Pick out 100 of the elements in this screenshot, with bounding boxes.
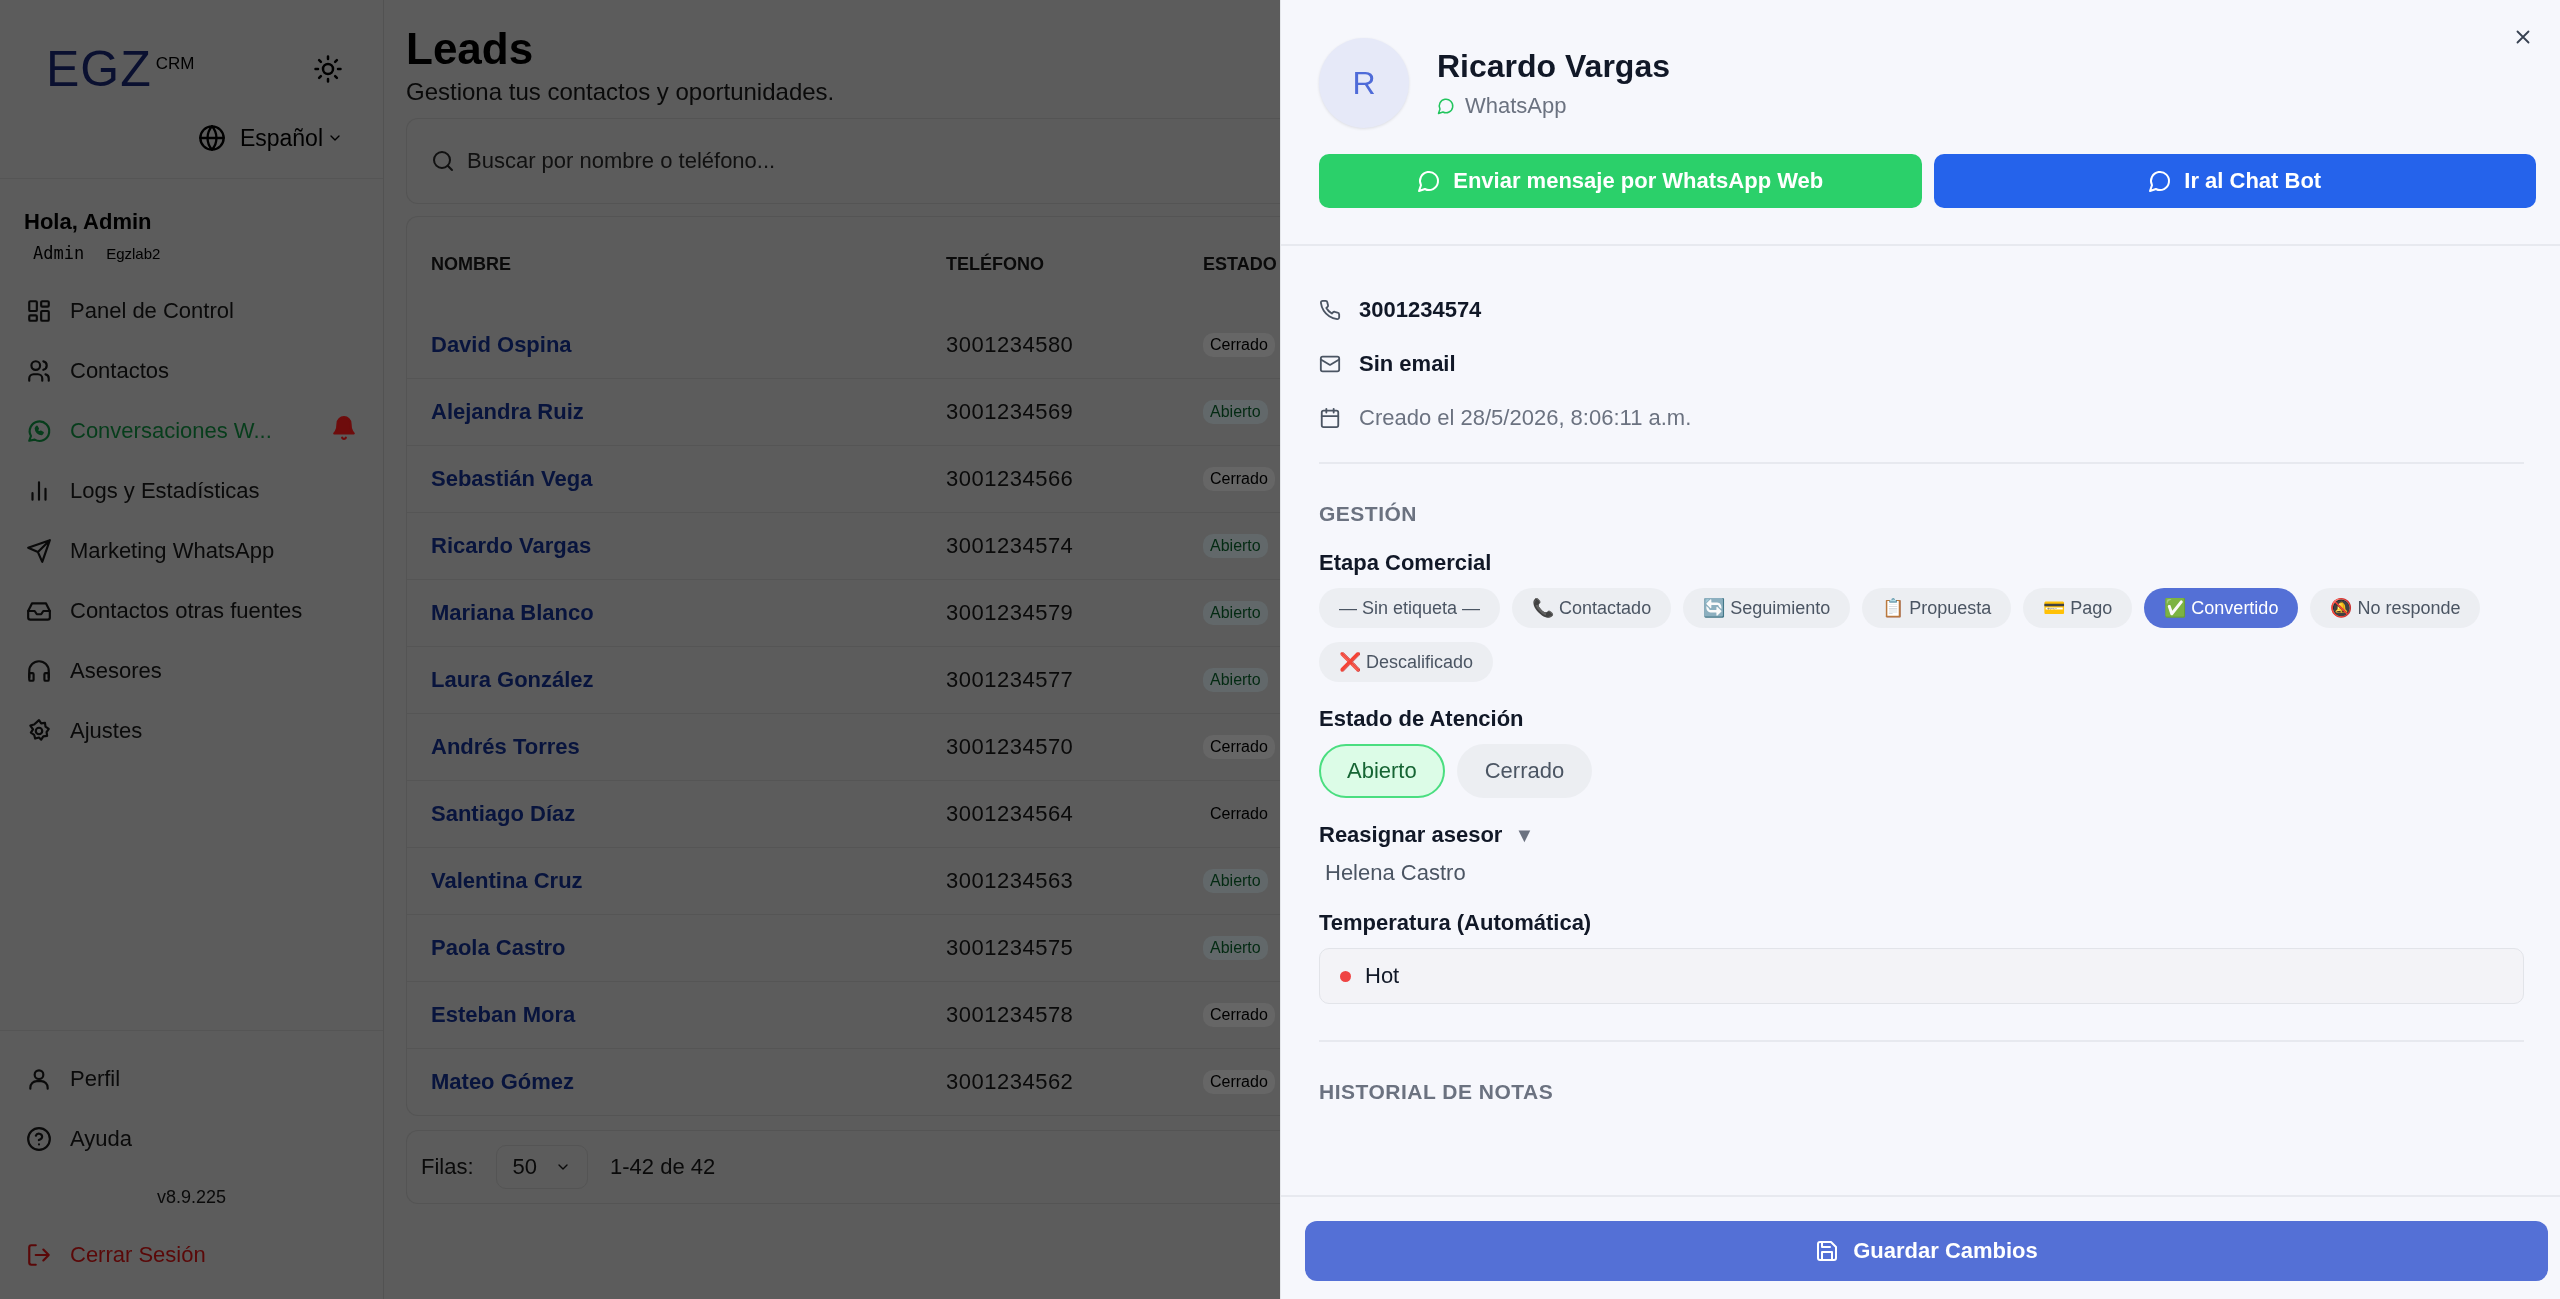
phone-number: 3001234570 xyxy=(946,734,1075,760)
phone-number: 3001234574 xyxy=(1359,297,1482,323)
chat-bubble-icon xyxy=(1437,96,1455,115)
temperature-value: Hot xyxy=(1365,963,1400,989)
lead-name: Ricardo Vargas xyxy=(1437,47,1670,85)
status-toggle[interactable]: Abierto xyxy=(1319,744,1445,798)
phone-number: 3001234562 xyxy=(946,1069,1075,1095)
version-label: v8.9.225 xyxy=(156,1186,227,1208)
lead-name[interactable]: Valentina Cruz xyxy=(431,868,946,894)
lead-name[interactable]: David Ospina xyxy=(431,332,946,358)
whatsapp-icon xyxy=(26,418,52,444)
nav-item[interactable]: Perfil xyxy=(70,1066,121,1092)
chat-bubble-icon xyxy=(2148,169,2173,193)
phone-number: 3001234574 xyxy=(946,533,1075,559)
lead-name[interactable]: Santiago Díaz xyxy=(431,801,946,827)
search-icon xyxy=(431,149,455,173)
field-label: Estado de Atención xyxy=(1319,706,1524,732)
dropdown-marker[interactable]: ▼ xyxy=(1514,823,1535,847)
status-toggle[interactable]: Cerrado xyxy=(1456,744,1593,798)
column-header: NOMBRE xyxy=(431,254,512,275)
bell-icon xyxy=(331,415,357,441)
nav-item[interactable]: Conversaciones W... xyxy=(70,418,272,444)
globe-icon xyxy=(197,124,226,152)
phone-number: 3001234566 xyxy=(946,466,1075,492)
whatsapp-web-button[interactable]: Enviar mensaje por WhatsApp Web xyxy=(1319,154,1922,208)
stage-chip[interactable]: 📞 Contactado xyxy=(1512,588,1672,628)
save-icon xyxy=(1815,1239,1840,1263)
column-header: ESTADO xyxy=(1203,254,1278,275)
users-icon xyxy=(26,358,52,384)
lead-name[interactable]: Paola Castro xyxy=(431,935,946,961)
field-label: Temperatura (Automática) xyxy=(1319,910,1592,936)
status-badge: Abierto xyxy=(1203,936,1268,960)
nav-item[interactable]: Asesores xyxy=(70,658,162,684)
lead-name[interactable]: Esteban Mora xyxy=(431,1002,946,1028)
logout-link[interactable]: Cerrar Sesión xyxy=(70,1242,206,1268)
phone-number: 3001234563 xyxy=(946,868,1075,894)
page-subtitle: Gestiona tus contactos y oportunidades. xyxy=(406,78,836,106)
status-badge: Cerrado xyxy=(1203,467,1275,491)
help-icon xyxy=(26,1126,52,1152)
created-date: Creado el 28/5/2026, 8:06:11 a.m. xyxy=(1359,405,1692,431)
stage-chip[interactable]: ❌ Descalificado xyxy=(1319,642,1494,682)
status-badge: Cerrado xyxy=(1203,333,1275,357)
grid-icon xyxy=(26,298,52,324)
phone-number: 3001234575 xyxy=(946,935,1075,961)
nav-item[interactable]: Logs y Estadísticas xyxy=(70,478,260,504)
phone-number: 3001234580 xyxy=(946,332,1075,358)
channel-label: WhatsApp xyxy=(1465,92,1567,119)
nav-item[interactable]: Contactos xyxy=(70,358,170,384)
status-badge: Cerrado xyxy=(1203,1070,1275,1094)
settings-icon xyxy=(26,718,52,744)
save-button[interactable]: Guardar Cambios xyxy=(1305,1221,2548,1281)
phone-number: 3001234564 xyxy=(946,801,1075,827)
language-selector[interactable]: Español xyxy=(239,124,343,152)
lead-name[interactable]: Mariana Blanco xyxy=(431,600,946,626)
phone-icon xyxy=(1319,299,1341,321)
stage-chip[interactable]: — Sin etiqueta — xyxy=(1319,588,1501,628)
nav-item[interactable]: Marketing WhatsApp xyxy=(70,538,275,564)
stage-chip[interactable]: 🔕 No responde xyxy=(2310,588,2481,628)
section-title: GESTIÓN xyxy=(1319,502,1418,526)
phone-number: 3001234577 xyxy=(946,667,1075,693)
nav-item[interactable]: Ajustes xyxy=(70,718,143,744)
lead-name[interactable]: Alejandra Ruiz xyxy=(431,399,946,425)
avatar: R xyxy=(1319,38,1409,128)
phone-number: 3001234578 xyxy=(946,1002,1075,1028)
stage-chip[interactable]: ✅ Convertido xyxy=(2144,588,2299,628)
sun-icon xyxy=(313,54,343,84)
status-badge: Abierto xyxy=(1203,601,1268,625)
lead-name[interactable]: Laura González xyxy=(431,667,946,693)
status-badge: Cerrado xyxy=(1203,1003,1275,1027)
nav-item[interactable]: Contactos otras fuentes xyxy=(70,598,303,624)
lead-name[interactable]: Ricardo Vargas xyxy=(431,533,946,559)
greeting: Hola, Admin xyxy=(24,209,153,235)
search-field[interactable]: Buscar por nombre o teléfono... xyxy=(406,118,1280,204)
calendar-icon xyxy=(1319,407,1341,429)
field-label: Reasignar asesor xyxy=(1319,822,1503,848)
lead-name[interactable]: Andrés Torres xyxy=(431,734,946,760)
headphones-icon xyxy=(26,658,52,684)
stage-chip[interactable]: 📋 Propuesta xyxy=(1862,588,2012,628)
lead-name[interactable]: Sebastián Vega xyxy=(431,466,946,492)
user-role: Admin xyxy=(33,243,85,263)
rows-per-page-select[interactable]: 50 xyxy=(495,1145,589,1189)
nav-item[interactable]: Ayuda xyxy=(70,1126,132,1152)
advisor-name: Helena Castro xyxy=(1325,860,1467,886)
logout-icon xyxy=(26,1242,52,1268)
lead-name[interactable]: Mateo Gómez xyxy=(431,1069,946,1095)
nav-item[interactable]: Panel de Control xyxy=(70,298,234,324)
section-title: HISTORIAL DE NOTAS xyxy=(1319,1080,1555,1104)
user-icon xyxy=(26,1066,52,1092)
chat-bubble-icon xyxy=(1417,169,1442,193)
status-badge: Abierto xyxy=(1203,869,1268,893)
stage-chip[interactable]: 🔄 Seguimiento xyxy=(1683,588,1851,628)
rows-label: Filas: xyxy=(421,1154,474,1180)
chatbot-button[interactable]: Ir al Chat Bot xyxy=(1933,154,2536,208)
page-range: 1-42 de 42 xyxy=(610,1154,716,1180)
email: Sin email xyxy=(1359,351,1456,377)
column-header: TELÉFONO xyxy=(946,254,1045,275)
stage-chip[interactable]: 💳 Pago xyxy=(2023,588,2133,628)
status-label: Cerrado xyxy=(1209,804,1269,824)
field-label: Etapa Comercial xyxy=(1319,550,1492,576)
phone-number: 3001234569 xyxy=(946,399,1075,425)
